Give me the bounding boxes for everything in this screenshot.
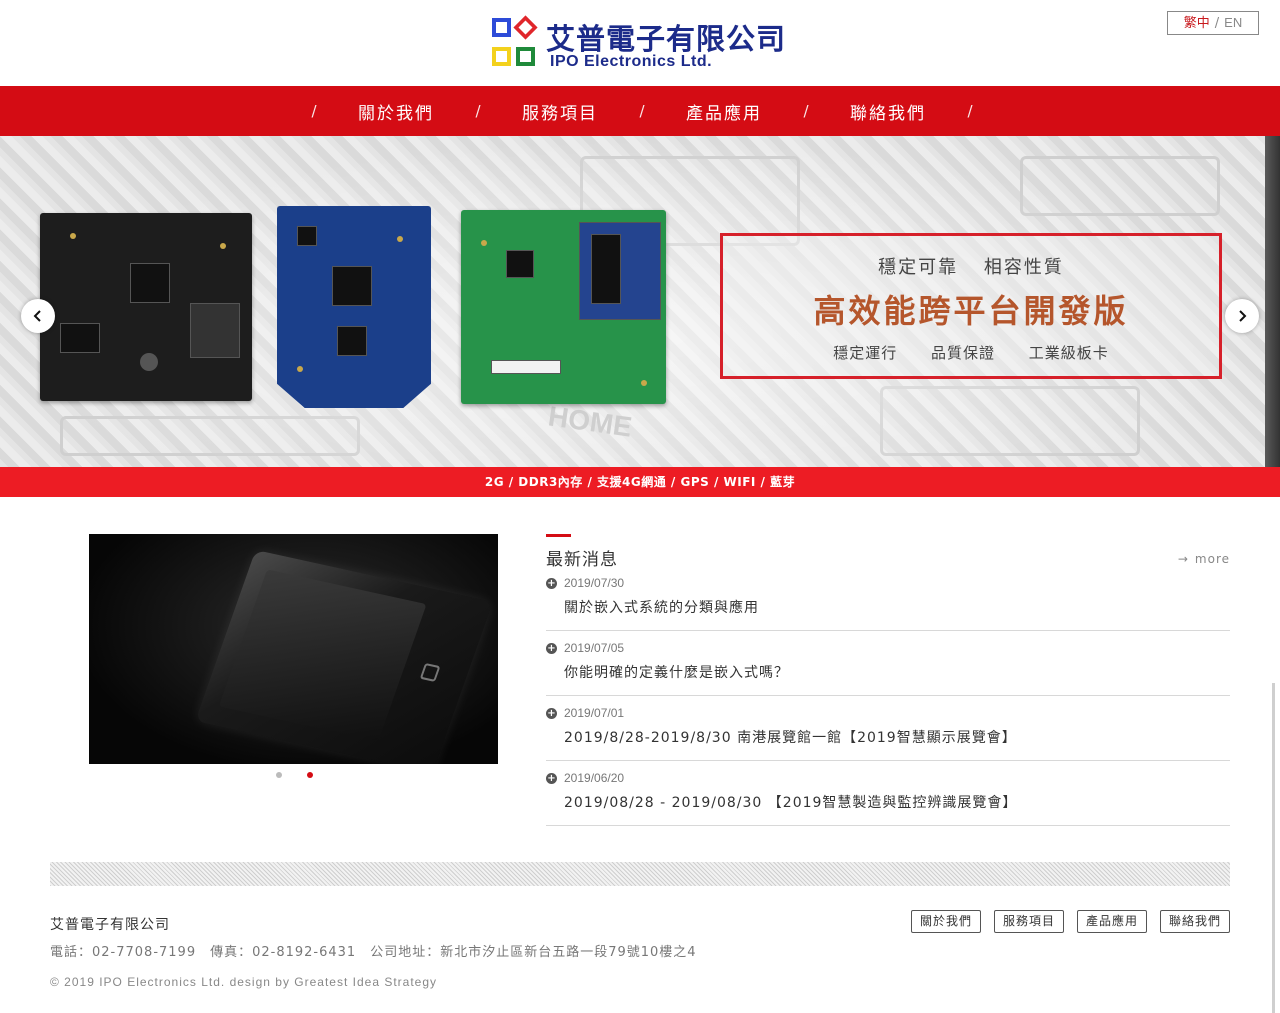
circuit-board-image [40,213,252,401]
plus-circle-icon: + [546,643,557,654]
circuit-trace-decoration [60,416,360,456]
nav-separator: / [475,102,481,120]
lang-zh-link[interactable]: 繁中 [1184,16,1210,31]
footer-company-name: 艾普電子有限公司 [50,917,170,933]
circuit-board-image [461,210,666,404]
logo-name-cn: 艾普電子有限公司 [546,22,787,56]
hero-banner[interactable]: HOME 穩定可靠 相容性質 高效能跨平台開發版 穩定運行 品質保證 工業級板卡 [0,136,1265,467]
arrow-right-icon: → [1177,552,1189,566]
circuit-trace-decoration [880,386,1140,456]
slideshow-dot-2-active[interactable] [307,772,313,778]
news-item[interactable]: + 2019/07/01 2019/8/28-2019/8/30 南港展覽館一館… [546,696,1230,761]
news-date: 2019/06/20 [564,771,625,785]
hero-watermark: HOME [546,400,634,443]
footer-address: 公司地址：新北市汐止區新台五路一段79號10樓之4 [370,945,697,960]
circuit-trace-decoration [1020,156,1220,216]
footer-link-about[interactable]: 關於我們 [911,910,981,933]
footer-phone: 電話：02-7708-7199 [50,945,197,960]
footer-pattern-band [50,862,1230,886]
news-date: 2019/07/05 [564,641,625,655]
promo-box: 穩定可靠 相容性質 高效能跨平台開發版 穩定運行 品質保證 工業級板卡 [720,233,1222,379]
site-logo[interactable]: 艾普電子有限公司 IPO Electronics Ltd. [490,15,800,74]
logo-mark-icon [490,15,538,70]
nav-item-services[interactable]: 服務項目 [492,99,628,124]
news-item[interactable]: + 2019/07/05 你能明確的定義什麼是嵌入式嗎？ [546,631,1230,696]
footer-copyright: © 2019 IPO Electronics Ltd. design by Gr… [50,975,438,989]
news-date: 2019/07/30 [564,576,625,590]
promo-subtitle-bottom: 穩定運行 品質保證 工業級板卡 [833,344,1109,362]
language-switcher: 繁中 / EN [1167,11,1259,35]
nav-separator: / [311,102,317,120]
slideshow-dots [270,772,320,782]
news-item[interactable]: + 2019/06/20 2019/08/28 - 2019/08/30 【20… [546,761,1230,826]
nav-separator: / [967,102,973,120]
footer-link-services[interactable]: 服務項目 [994,910,1064,933]
plus-circle-icon: + [546,708,557,719]
product-slideshow-image[interactable] [89,534,498,764]
news-headline[interactable]: 關於嵌入式系統的分類與應用 [564,597,759,617]
main-nav: / 關於我們 / 服務項目 / 產品應用 / 聯絡我們 / [0,86,1280,136]
news-more-link[interactable]: → more [1178,552,1230,566]
page-scrollbar-edge [1265,136,1280,467]
chevron-right-icon [1239,310,1247,322]
footer-fax: 傳真：02-8192-6431 [210,945,357,960]
news-headline[interactable]: 2019/08/28 - 2019/08/30 【2019智慧製造與監控辨識展覽… [564,792,1017,812]
footer-links: 關於我們 服務項目 產品應用 聯絡我們 [911,910,1230,933]
news-headline[interactable]: 你能明確的定義什麼是嵌入式嗎？ [564,662,789,682]
news-accent-bar [546,534,571,537]
footer-link-contact[interactable]: 聯絡我們 [1160,910,1230,933]
chevron-left-icon [33,310,41,322]
tablet-device-image [195,549,493,764]
nav-item-contact[interactable]: 聯絡我們 [820,99,956,124]
circuit-board-image [277,206,431,408]
nav-separator: / [803,102,809,120]
plus-circle-icon: + [546,578,557,589]
logo-name-en: IPO Electronics Ltd. [550,53,713,70]
promo-title: 高效能跨平台開發版 [813,292,1129,330]
footer-link-products[interactable]: 產品應用 [1077,910,1147,933]
hero-feature-strip: 2G / DDR3內存 / 支援4G網通 / GPS / WIFI / 藍芽 [0,467,1280,497]
slideshow-dot-1[interactable] [276,772,282,778]
nav-separator: / [639,102,645,120]
promo-subtitle-top: 穩定可靠 相容性質 [878,257,1064,278]
lang-en-link[interactable]: EN [1224,15,1242,30]
news-date: 2019/07/01 [564,706,625,720]
page-scrollbar-track[interactable] [1272,683,1275,1013]
lang-separator: / [1214,16,1220,31]
news-headline[interactable]: 2019/8/28-2019/8/30 南港展覽館一館【2019智慧顯示展覽會】 [564,727,1017,747]
slider-next-button[interactable] [1225,299,1259,333]
plus-circle-icon: + [546,773,557,784]
news-more-label: more [1194,552,1230,566]
news-item[interactable]: + 2019/07/30 關於嵌入式系統的分類與應用 [546,566,1230,631]
nav-item-products[interactable]: 產品應用 [656,99,792,124]
footer-contact: 電話：02-7708-7199 傳真：02-8192-6431 公司地址：新北市汐止… [50,941,711,960]
site-header: 艾普電子有限公司 IPO Electronics Ltd. 繁中 / EN [0,0,1280,86]
nav-item-about[interactable]: 關於我們 [328,99,464,124]
slider-prev-button[interactable] [21,299,55,333]
